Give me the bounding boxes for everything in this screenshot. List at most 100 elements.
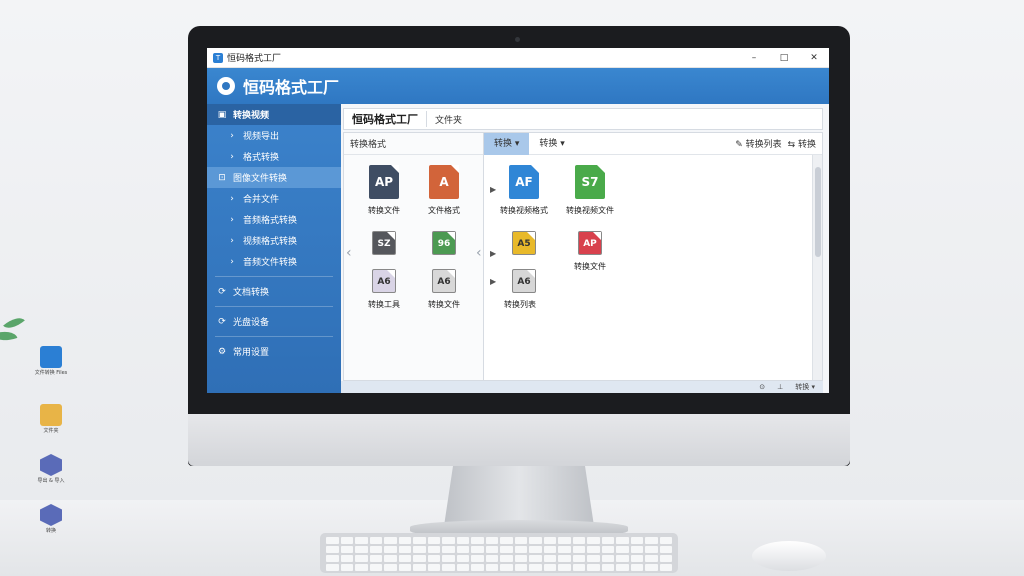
- sidebar-item-label: 合并文件: [243, 195, 280, 205]
- keyboard-key: [558, 555, 571, 562]
- app-shortcut-icon: [40, 454, 62, 476]
- desktop-icon-convert[interactable]: 转换: [34, 504, 68, 534]
- sidebar-item-label: 图像文件转换: [233, 174, 288, 184]
- sidebar: ▣ 转换视频 › 视频导出 › 格式转换 ⊡ 图像文件转换 › 合并文件 › 音频格式转换 …: [207, 104, 341, 393]
- keyboard-key: [355, 546, 368, 553]
- monitor-stand: [444, 466, 594, 526]
- sidebar-item-image-convert[interactable]: ⊡ 图像文件转换: [207, 167, 341, 188]
- keyboard-key: [558, 546, 571, 553]
- scrollbar[interactable]: [812, 155, 822, 380]
- keyboard-key: [340, 555, 353, 562]
- file-format-item[interactable]: AP 转换文件: [554, 231, 626, 272]
- file-format-item[interactable]: A5: [488, 231, 560, 255]
- keyboard-key: [543, 537, 556, 544]
- keyboard-key: [471, 564, 484, 571]
- tab-folder[interactable]: 文件夹: [427, 113, 470, 126]
- maximize-button[interactable]: □: [769, 53, 799, 63]
- document-icon: SZ: [372, 231, 396, 255]
- keyboard-key: [326, 564, 339, 571]
- sidebar-item-label: 视频导出: [243, 132, 280, 142]
- close-button[interactable]: ✕: [799, 53, 829, 63]
- keyboard-key: [413, 546, 426, 553]
- sidebar-item-merge[interactable]: › 合并文件: [207, 188, 341, 209]
- keyboard-key: [529, 537, 542, 544]
- convert-list-button[interactable]: ✎ 转换列表: [735, 137, 781, 150]
- keyboard-key: [543, 564, 556, 571]
- mouse: [752, 541, 826, 571]
- keyboard-key: [384, 555, 397, 562]
- sidebar-item-video-format[interactable]: › 视频格式转换: [207, 230, 341, 251]
- keyboard-key: [398, 555, 411, 562]
- file-format-item[interactable]: AF 转换视频格式: [488, 165, 560, 216]
- keyboard-key: [543, 555, 556, 562]
- keyboard-key: [427, 564, 440, 571]
- keyboard-key: [645, 537, 658, 544]
- keyboard-key: [529, 555, 542, 562]
- keyboard-key: [630, 537, 643, 544]
- convert-button[interactable]: ⇆ 转换: [788, 137, 816, 150]
- document-icon: A6: [432, 269, 456, 293]
- file-format-item[interactable]: A6: [488, 269, 560, 293]
- tab-main[interactable]: 恒码格式工厂: [344, 111, 427, 127]
- keyboard-key: [398, 564, 411, 571]
- keyboard-key: [427, 546, 440, 553]
- sidebar-item-disc[interactable]: ⟳ 光盘设备: [207, 311, 341, 332]
- sidebar-item-document[interactable]: ⟳ 文档转换: [207, 281, 341, 302]
- image-icon: ⊡: [218, 172, 226, 183]
- keyboard-key: [500, 546, 513, 553]
- logo-icon: [217, 77, 235, 95]
- file-format-label: 转换视频文件: [566, 206, 614, 215]
- keyboard-key: [616, 546, 629, 553]
- keyboard-key: [355, 537, 368, 544]
- keyboard-key: [572, 555, 585, 562]
- sidebar-item-format-convert[interactable]: › 格式转换: [207, 146, 341, 167]
- folder-icon: [40, 404, 62, 426]
- keyboard-key: [384, 564, 397, 571]
- left-pane-header: 转换格式: [344, 133, 483, 155]
- file-format-item[interactable]: 96: [408, 231, 480, 255]
- status-icon[interactable]: ⊥: [777, 383, 783, 391]
- sidebar-item-audio-file[interactable]: › 音频文件转换: [207, 251, 341, 272]
- content-tabs: 恒码格式工厂 文件夹: [343, 108, 823, 130]
- file-format-label: 转换列表: [504, 300, 536, 309]
- document-icon: A6: [372, 269, 396, 293]
- sidebar-item-label: 光盘设备: [233, 318, 270, 328]
- keyboard-key: [413, 555, 426, 562]
- sidebar-item-convert-video[interactable]: ▣ 转换视频: [207, 104, 341, 125]
- keyboard-key: [630, 564, 643, 571]
- tab-convert[interactable]: 转换 ▾: [484, 132, 530, 155]
- keyboard-key: [442, 555, 455, 562]
- sidebar-item-label: 视频格式转换: [243, 237, 298, 247]
- sidebar-item-video-export[interactable]: › 视频导出: [207, 125, 341, 146]
- document-icon: A6: [512, 269, 536, 293]
- file-format-label: 转换文件: [428, 300, 460, 309]
- desktop-icon-export[interactable]: 导出 & 导入: [34, 454, 68, 484]
- keyboard-key: [485, 564, 498, 571]
- keyboard-key: [384, 546, 397, 553]
- app-name: 恒码格式工厂: [243, 78, 340, 97]
- app-icon: T: [213, 52, 223, 63]
- status-dropdown[interactable]: 转换 ▾: [795, 382, 815, 392]
- file-format-item[interactable]: A6 转换文件: [408, 269, 480, 310]
- status-icon[interactable]: ⊙: [759, 383, 765, 391]
- file-format-item[interactable]: S7 转换视频文件: [554, 165, 626, 216]
- file-format-label: 转换文件: [574, 262, 606, 271]
- keyboard-key: [427, 537, 440, 544]
- scrollbar-thumb[interactable]: [815, 167, 821, 257]
- keyboard-key: [340, 564, 353, 571]
- desktop-icon-files[interactable]: 文件转换 Files: [34, 346, 68, 376]
- keyboard-key: [471, 546, 484, 553]
- file-format-item[interactable]: A 文件格式: [408, 165, 480, 216]
- chevron-right-icon: ›: [230, 235, 234, 246]
- chevron-left-icon[interactable]: ‹: [476, 245, 482, 261]
- sidebar-item-label: 常用设置: [233, 348, 270, 358]
- minimize-button[interactable]: –: [739, 53, 769, 63]
- desktop-icon-folder[interactable]: 文件夹: [34, 404, 68, 434]
- sidebar-item-audio-format[interactable]: › 音频格式转换: [207, 209, 341, 230]
- keyboard-key: [514, 564, 527, 571]
- tab-convert-2[interactable]: 转换 ▾: [529, 133, 574, 155]
- sidebar-item-label: 文档转换: [233, 288, 270, 298]
- keyboard-key: [340, 546, 353, 553]
- desktop-icon-label: 转换: [45, 528, 56, 534]
- sidebar-item-settings[interactable]: ⚙ 常用设置: [207, 341, 341, 362]
